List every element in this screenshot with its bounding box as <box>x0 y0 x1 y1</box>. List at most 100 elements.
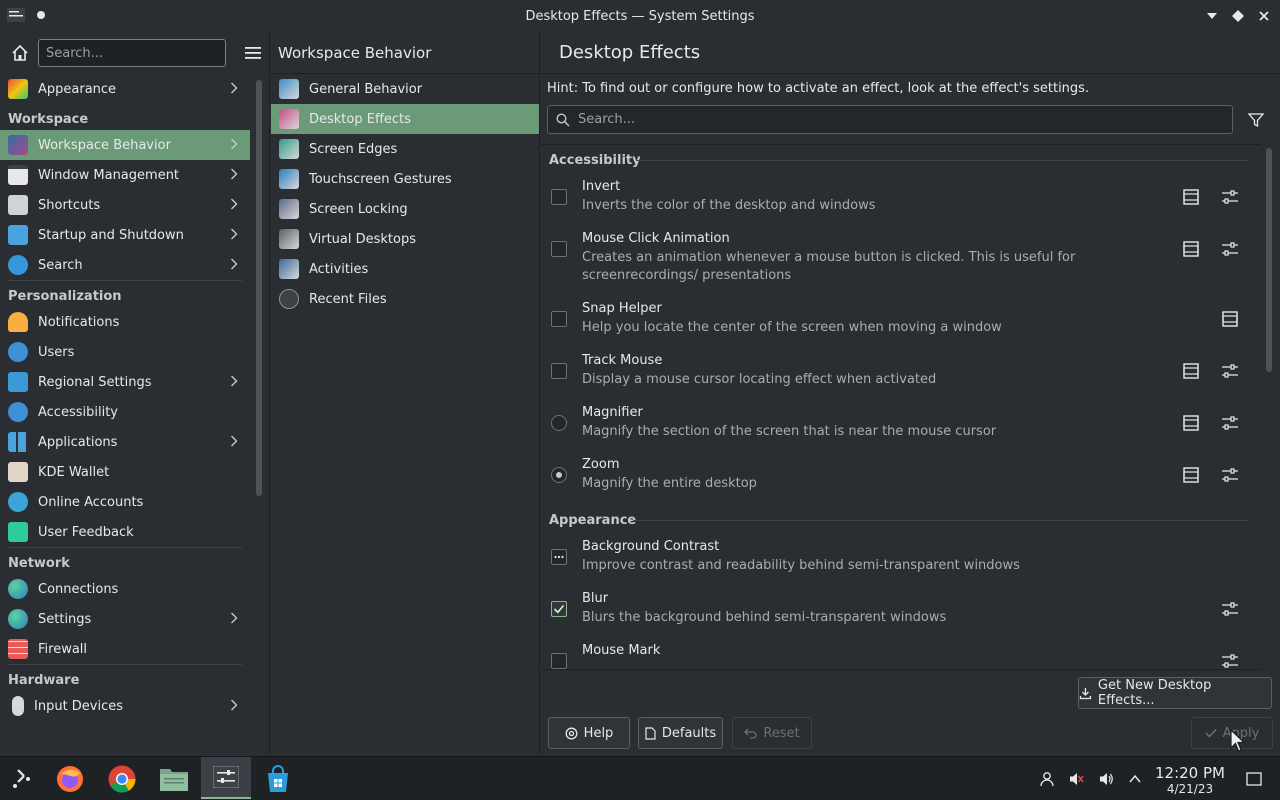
sidebar-search-input[interactable]: Search... <box>38 39 226 67</box>
subcategory-item-screen-edges[interactable]: Screen Edges <box>271 134 539 164</box>
close-button[interactable] <box>1256 8 1272 24</box>
application-launcher[interactable] <box>6 763 38 795</box>
defaults-label: Defaults <box>661 725 717 741</box>
sidebar-item-label: Workspace Behavior <box>38 137 171 153</box>
sidebar-item-workspace-behavior[interactable]: Workspace Behavior <box>0 130 250 160</box>
sidebar-item-connections[interactable]: Connections <box>0 574 250 604</box>
sidebar-scrollbar[interactable] <box>256 80 262 496</box>
configure-sliders-icon[interactable] <box>1221 240 1239 258</box>
show-desktop-icon[interactable] <box>1246 771 1262 787</box>
sidebar-item-notifications[interactable]: Notifications <box>0 307 250 337</box>
sidebar-item-label: User Feedback <box>38 524 134 540</box>
effect-checkbox[interactable] <box>551 601 567 617</box>
effect-checkbox[interactable] <box>551 189 567 205</box>
speaker-muted-icon[interactable] <box>1068 771 1084 787</box>
minimize-button[interactable] <box>1204 8 1220 24</box>
file-manager-taskbar-button[interactable] <box>158 763 190 795</box>
effect-radio[interactable] <box>551 415 567 431</box>
user-icon[interactable] <box>1039 771 1055 787</box>
effect-row-background-contrast: Background Contrast Improve contrast and … <box>541 535 1261 587</box>
chrome-taskbar-button[interactable] <box>106 763 138 795</box>
subcategory-item-virtual-desktops[interactable]: Virtual Desktops <box>271 224 539 254</box>
sidebar-item-online-accounts[interactable]: Online Accounts <box>0 487 250 517</box>
activities-icon <box>279 259 299 279</box>
filter-icon[interactable] <box>1247 111 1265 129</box>
effect-checkbox[interactable] <box>551 549 567 565</box>
clock-date: 4/21/23 <box>1166 782 1214 796</box>
reset-button[interactable]: Reset <box>732 717 812 749</box>
volume-icon[interactable] <box>1098 771 1114 787</box>
sidebar-item-settings[interactable]: Settings <box>0 604 250 634</box>
configure-sliders-icon[interactable] <box>1221 362 1239 380</box>
video-preview-icon[interactable] <box>1182 414 1200 432</box>
effect-checkbox[interactable] <box>551 363 567 379</box>
system-settings-icon[interactable] <box>7 8 25 22</box>
document-icon <box>645 726 656 740</box>
configure-sliders-icon[interactable] <box>1221 600 1239 618</box>
chevron-up-icon[interactable] <box>1127 771 1143 787</box>
sidebar-item-kde-wallet[interactable]: KDE Wallet <box>0 457 250 487</box>
sidebar-item-accessibility[interactable]: Accessibility <box>0 397 250 427</box>
main-panel: Desktop Effects Hint: To find out or con… <box>541 32 1280 754</box>
subcategory-item-activities[interactable]: Activities <box>271 254 539 284</box>
sidebar-item-regional-settings[interactable]: Regional Settings <box>0 367 250 397</box>
sidebar-item-appearance[interactable]: Appearance <box>0 74 250 104</box>
subcategory-item-label: Screen Edges <box>309 141 398 157</box>
sidebar-item-shortcuts[interactable]: Shortcuts <box>0 190 250 220</box>
effects-search-input[interactable]: Search... <box>547 105 1233 134</box>
configure-sliders-icon[interactable] <box>1221 188 1239 206</box>
effect-checkbox[interactable] <box>551 311 567 327</box>
defaults-button[interactable]: Defaults <box>638 717 723 749</box>
sidebar-item-search[interactable]: Search <box>0 250 250 280</box>
subcategory-item-desktop-effects[interactable]: Desktop Effects <box>271 104 539 134</box>
effect-checkbox[interactable] <box>551 241 567 257</box>
effects-list-scrollbar[interactable] <box>1266 148 1272 372</box>
help-button[interactable]: Help <box>548 717 630 749</box>
effect-radio[interactable] <box>551 467 567 483</box>
category-divider <box>636 160 1249 161</box>
video-preview-icon[interactable] <box>1182 240 1200 258</box>
sidebar-item-label: Notifications <box>38 314 120 330</box>
effect-row-blur: Blur Blurs the background behind semi-tra… <box>541 587 1261 639</box>
taskbar: 12:20 PM 4/21/23 <box>0 756 1280 800</box>
home-icon[interactable] <box>10 43 30 63</box>
sidebar-item-users[interactable]: Users <box>0 337 250 367</box>
diamond-icon <box>1232 10 1244 22</box>
effects-list: Accessibility Invert Inverts the color of … <box>541 144 1261 670</box>
subcategory-item-general-behavior[interactable]: General Behavior <box>271 74 539 104</box>
subcategory-item-screen-locking[interactable]: Screen Locking <box>271 194 539 224</box>
pin-icon[interactable] <box>37 11 45 19</box>
effect-description: Display a mouse cursor locating effect w… <box>582 372 937 387</box>
subcategory-item-touchscreen-gestures[interactable]: Touchscreen Gestures <box>271 164 539 194</box>
get-new-effects-button[interactable]: Get New Desktop Effects... <box>1078 677 1272 709</box>
feedback-icon <box>8 522 28 542</box>
sidebar-item-applications[interactable]: Applications <box>0 427 250 457</box>
video-preview-icon[interactable] <box>1182 362 1200 380</box>
clock[interactable]: 12:20 PM 4/21/23 <box>1150 764 1230 796</box>
effect-description: Inverts the color of the desktop and win… <box>582 198 876 213</box>
configure-sliders-icon[interactable] <box>1221 652 1239 669</box>
discover-taskbar-button[interactable] <box>262 763 294 795</box>
accessibility-icon <box>8 402 28 422</box>
video-preview-icon[interactable] <box>1221 310 1239 328</box>
screen-locking-icon <box>279 199 299 219</box>
sidebar-item-firewall[interactable]: Firewall <box>0 634 250 664</box>
subcategory-item-recent-files[interactable]: Recent Files <box>271 284 539 314</box>
effect-row-mouse-click-animation: Mouse Click Animation Creates an animatio… <box>541 227 1261 297</box>
effect-checkbox[interactable] <box>551 653 567 669</box>
configure-sliders-icon[interactable] <box>1221 466 1239 484</box>
sidebar-section-header: Workspace <box>8 112 89 127</box>
maximize-button[interactable] <box>1230 8 1246 24</box>
sidebar-item-user-feedback[interactable]: User Feedback <box>0 517 250 547</box>
sidebar-item-startup-and-shutdown[interactable]: Startup and Shutdown <box>0 220 250 250</box>
configure-sliders-icon[interactable] <box>1221 414 1239 432</box>
sidebar-item-window-management[interactable]: Window Management <box>0 160 250 190</box>
video-preview-icon[interactable] <box>1182 466 1200 484</box>
video-preview-icon[interactable] <box>1182 188 1200 206</box>
sidebar-item-label: Startup and Shutdown <box>38 227 184 243</box>
sidebar-item-input-devices[interactable]: Input Devices <box>0 691 250 721</box>
firefox-taskbar-button[interactable] <box>54 763 86 795</box>
hamburger-menu-icon[interactable] <box>244 45 262 61</box>
effect-row-invert: Invert Inverts the color of the desktop a… <box>541 175 1261 227</box>
system-settings-taskbar-button[interactable] <box>201 757 251 799</box>
